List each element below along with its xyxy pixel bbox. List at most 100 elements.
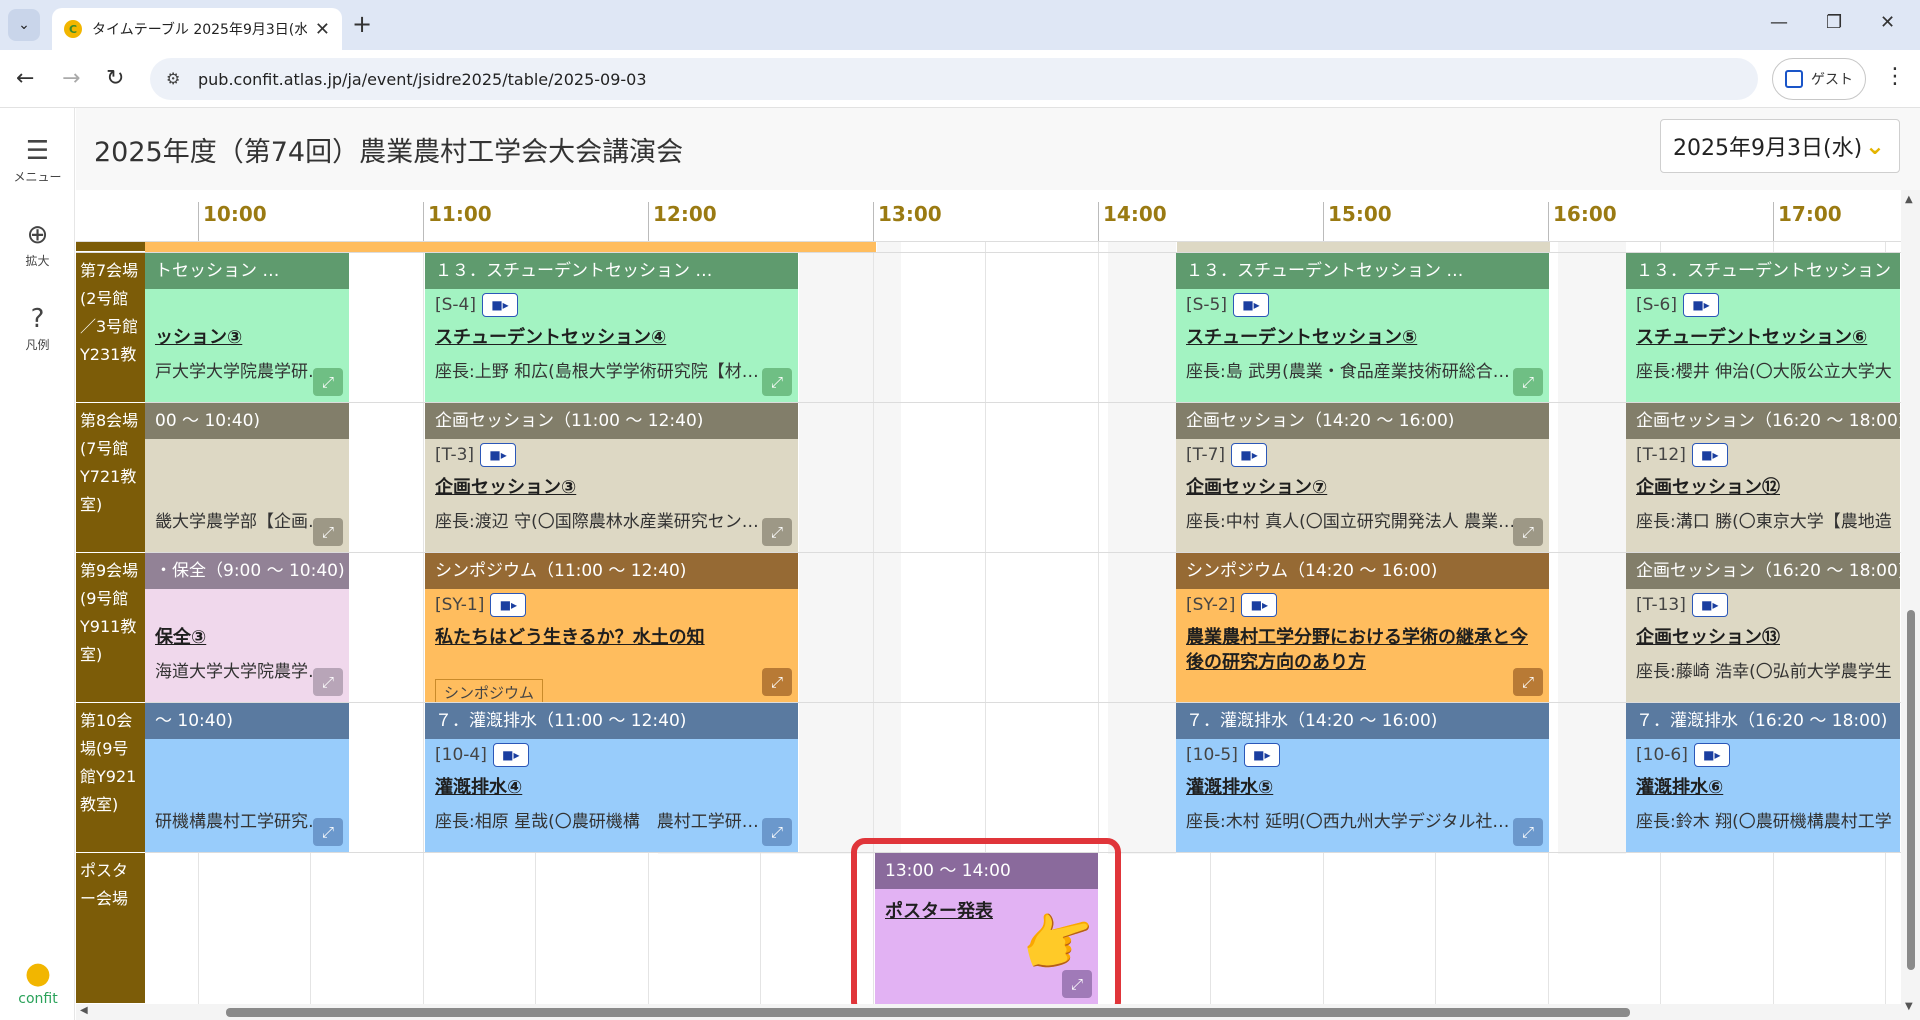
expand-icon[interactable]: ⤢: [762, 818, 792, 846]
horizontal-scroll-thumb[interactable]: [226, 1008, 1630, 1017]
session-card[interactable]: １３．スチューデントセッション … [S-4] ■▸ スチューデントセッション④ …: [425, 253, 799, 402]
session-header: ７．灌漑排水（11:00 〜 12:40): [425, 703, 798, 739]
session-title[interactable]: 企画セッション⑦: [1186, 475, 1539, 500]
session-header: ７．灌漑排水（14:20 〜 16:00): [1176, 703, 1549, 739]
video-camera-icon: ■▸: [1693, 743, 1730, 767]
scroll-down-icon[interactable]: ▼: [1905, 1001, 1913, 1012]
session-title[interactable]: 企画セッション③: [435, 475, 788, 500]
restore-icon[interactable]: ❐: [1826, 12, 1842, 33]
browser-tab[interactable]: C タイムテーブル 2025年9月3日(水) | ... ✕: [52, 8, 342, 50]
session-chair: 座長:溝口 勝(〇東京大学【農地造: [1636, 512, 1892, 532]
session-code: [T-7]: [1186, 445, 1226, 465]
confit-logo-text: confit: [18, 991, 58, 1007]
hour-label: 16:00: [1548, 202, 1617, 241]
video-camera-icon: ■▸: [1683, 293, 1720, 317]
close-tab-icon[interactable]: ✕: [315, 19, 330, 40]
session-title[interactable]: 保全③: [155, 625, 339, 650]
session-card[interactable]: ７．灌漑排水（16:20 〜 18:00) [10-6] ■▸ 灌漑排水⑥ 座長:…: [1626, 703, 1901, 852]
address-bar[interactable]: ⚙ pub.confit.atlas.jp/ja/event/jsidre202…: [150, 58, 1758, 100]
forward-icon[interactable]: →: [62, 66, 80, 91]
confit-favicon-icon: C: [64, 20, 82, 38]
session-title[interactable]: スチューデントセッション④: [435, 325, 788, 350]
expand-icon[interactable]: ⤢: [313, 668, 343, 696]
expand-icon[interactable]: ⤢: [762, 518, 792, 546]
vertical-scrollbar[interactable]: ▲ ▼: [1901, 190, 1920, 1020]
vertical-scroll-thumb[interactable]: [1907, 610, 1915, 970]
room-label-7: 第7会場(2号館／3号館Y231教: [76, 253, 145, 403]
expand-icon[interactable]: ⤢: [1513, 518, 1543, 546]
session-title[interactable]: 灌漑排水⑥: [1636, 775, 1890, 800]
session-title[interactable]: 企画セッション⑬: [1636, 625, 1890, 650]
expand-icon[interactable]: ⤢: [313, 518, 343, 546]
session-title[interactable]: 灌漑排水⑤: [1186, 775, 1539, 800]
new-tab-button[interactable]: +: [352, 10, 372, 38]
session-card-partial[interactable]: [145, 242, 425, 252]
site-settings-icon[interactable]: ⚙: [166, 69, 180, 88]
room-label-10: 第10会場(9号館Y921教室): [76, 703, 145, 853]
session-card[interactable]: 企画セッション（16:20 〜 18:00) [T-12] ■▸ 企画セッション⑫…: [1626, 403, 1901, 552]
session-card[interactable]: ・保全（9:00 〜 10:40) 保全③ 海道大学大学院農学… ⤢: [145, 553, 350, 702]
sidebar-menu[interactable]: ☰ メニュー: [0, 136, 75, 185]
session-code: [S-4]: [435, 295, 477, 315]
session-card[interactable]: シンポジウム（11:00 〜 12:40) [SY-1] ■▸ 私たちはどう生きる…: [425, 553, 799, 702]
date-select[interactable]: 2025年9月3日(水) ⌄: [1660, 119, 1900, 173]
expand-icon[interactable]: ⤢: [1513, 368, 1543, 396]
expand-icon[interactable]: ⤢: [762, 368, 792, 396]
session-header: １３．スチューデントセッション: [1626, 253, 1900, 289]
session-card[interactable]: 企画セッション（11:00 〜 12:40) [T-3] ■▸ 企画セッション③ …: [425, 403, 799, 552]
session-header: ７．灌漑排水（16:20 〜 18:00): [1626, 703, 1900, 739]
session-card[interactable]: 企画セッション（14:20 〜 16:00) [T-7] ■▸ 企画セッション⑦ …: [1176, 403, 1550, 552]
session-card[interactable]: １３．スチューデントセッション … [S-5] ■▸ スチューデントセッション⑤ …: [1176, 253, 1550, 402]
browser-menu-icon[interactable]: ⋮: [1884, 64, 1906, 89]
session-card[interactable]: 〜 10:40) 研機構農村工学研究… ⤢: [145, 703, 350, 852]
scroll-left-icon[interactable]: ◀: [80, 1005, 88, 1016]
expand-icon[interactable]: ⤢: [313, 818, 343, 846]
page-title: 2025年度（第74回）農業農村工学会大会講演会: [94, 137, 684, 168]
session-title[interactable]: 私たちはどう生きるか？水土の知: [435, 625, 788, 650]
sidebar-zoom[interactable]: ⊕ 拡大: [0, 220, 75, 269]
session-card[interactable]: １３．スチューデントセッション [S-6] ■▸ スチューデントセッション⑥ 座長…: [1626, 253, 1901, 402]
session-header: 企画セッション（16:20 〜 18:00): [1626, 403, 1900, 439]
reload-icon[interactable]: ↻: [106, 66, 124, 91]
hour-label: 17:00: [1773, 202, 1842, 241]
room-label-prev: [76, 242, 145, 252]
session-card-partial[interactable]: [1177, 242, 1551, 252]
session-card[interactable]: トセッション … ッション③ 戸大学大学院農学研… ⤢: [145, 253, 350, 402]
session-card-partial[interactable]: [423, 242, 877, 252]
session-chair: 座長:上野 和広(島根大学学術研究院【材…: [435, 362, 759, 382]
chevron-down-icon: ⌄: [18, 17, 30, 33]
session-title[interactable]: 企画セッション⑫: [1636, 475, 1890, 500]
session-code: [10-5]: [1186, 745, 1238, 765]
session-card[interactable]: シンポジウム（14:20 〜 16:00) [SY-2] ■▸ 農業農村工学分野に…: [1176, 553, 1550, 702]
session-title[interactable]: 農業農村工学分野における学術の継承と今後の研究方向のあり方: [1186, 625, 1539, 675]
confit-logo[interactable]: ● confit: [8, 956, 68, 1007]
session-title[interactable]: 灌漑排水④: [435, 775, 788, 800]
back-icon[interactable]: ←: [16, 66, 34, 91]
session-card[interactable]: ７．灌漑排水（14:20 〜 16:00) [10-5] ■▸ 灌漑排水⑤ 座長:…: [1176, 703, 1550, 852]
session-card[interactable]: 00 〜 10:40) 畿大学農学部【企画… ⤢: [145, 403, 350, 552]
guest-profile-button[interactable]: ゲスト: [1772, 58, 1866, 100]
session-title[interactable]: スチューデントセッション⑥: [1636, 325, 1890, 350]
session-type-tag: シンポジウム: [435, 679, 544, 702]
expand-icon[interactable]: ⤢: [762, 668, 792, 696]
close-window-icon[interactable]: ✕: [1880, 12, 1895, 33]
browser-toolbar: ← → ↻ ⚙ pub.confit.atlas.jp/ja/event/jsi…: [0, 50, 1920, 108]
session-code: [10-4]: [435, 745, 487, 765]
session-title[interactable]: スチューデントセッション⑤: [1186, 325, 1539, 350]
minimize-icon[interactable]: —: [1770, 12, 1788, 33]
horizontal-scrollbar[interactable]: ◀: [76, 1004, 1901, 1020]
scroll-up-icon[interactable]: ▲: [1905, 194, 1913, 205]
expand-icon[interactable]: ⤢: [313, 368, 343, 396]
tab-search-button[interactable]: ⌄: [8, 9, 40, 41]
expand-icon[interactable]: ⤢: [1513, 668, 1543, 696]
session-code: [SY-1]: [435, 595, 485, 615]
session-card[interactable]: 企画セッション（16:20 〜 18:00) [T-13] ■▸ 企画セッション⑬…: [1626, 553, 1901, 702]
zoom-in-icon: ⊕: [26, 220, 49, 250]
session-title[interactable]: ッション③: [155, 325, 339, 350]
hour-label: 12:00: [648, 202, 717, 241]
session-chair: 戸大学大学院農学研…: [155, 362, 313, 382]
hour-label: 14:00: [1098, 202, 1167, 241]
expand-icon[interactable]: ⤢: [1513, 818, 1543, 846]
session-card[interactable]: ７．灌漑排水（11:00 〜 12:40) [10-4] ■▸ 灌漑排水④ 座長:…: [425, 703, 799, 852]
sidebar-legend[interactable]: ? 凡例: [0, 304, 75, 353]
